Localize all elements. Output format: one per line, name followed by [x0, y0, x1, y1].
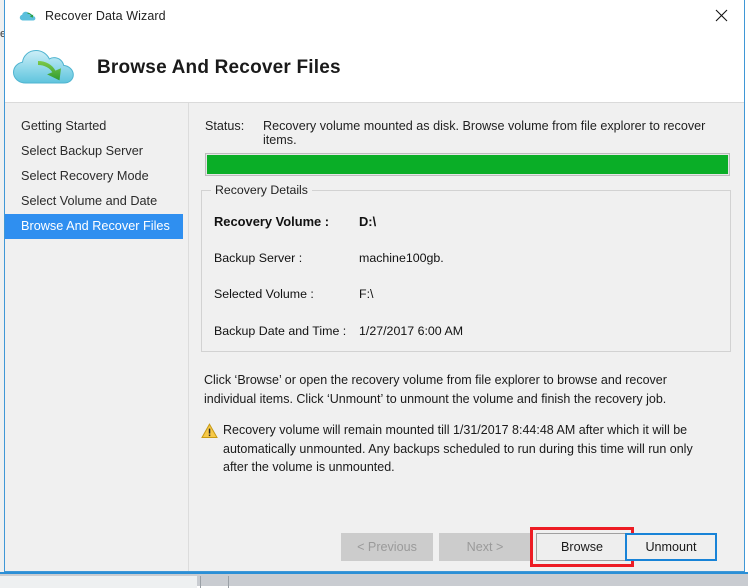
wizard-header: Browse And Recover Files	[5, 31, 744, 103]
sidebar-item-getting-started[interactable]: Getting Started	[5, 114, 182, 139]
warning-triangle-icon	[201, 421, 223, 439]
background-divider	[228, 576, 229, 588]
detail-key: Selected Volume :	[214, 287, 314, 301]
recovery-details-title: Recovery Details	[211, 183, 312, 197]
sidebar-item-browse-and-recover-files[interactable]: Browse And Recover Files	[5, 214, 183, 239]
instructions-text: Click ‘Browse’ or open the recovery volu…	[204, 373, 667, 406]
detail-value: machine100gb.	[359, 251, 444, 265]
recover-data-wizard-window: Recover Data Wizard Browse And Recover F…	[4, 0, 745, 572]
detail-value: D:\	[359, 214, 377, 229]
previous-button[interactable]: < Previous	[341, 533, 433, 561]
browse-button[interactable]: Browse	[536, 533, 628, 561]
status-label: Status:	[205, 119, 245, 133]
wizard-content-pane: Status: Recovery volume mounted as disk.…	[190, 103, 744, 571]
sidebar-item-select-volume-and-date[interactable]: Select Volume and Date	[5, 189, 182, 214]
warning-message: Recovery volume will remain mounted till…	[201, 421, 721, 477]
sidebar-item-select-backup-server[interactable]: Select Backup Server	[5, 139, 182, 164]
unmount-button[interactable]: Unmount	[625, 533, 717, 561]
detail-row-selected-volume: Selected Volume : F:\	[214, 287, 724, 301]
window-title: Recover Data Wizard	[45, 8, 166, 23]
background-panel	[0, 576, 197, 588]
cloud-icon	[19, 9, 37, 23]
detail-key: Backup Server :	[214, 251, 303, 265]
progress-bar-fill	[207, 155, 728, 174]
detail-row-recovery-volume: Recovery Volume : D:\	[214, 214, 724, 229]
detail-key: Recovery Volume :	[214, 214, 330, 229]
detail-value: F:\	[359, 287, 374, 301]
detail-value: 1/27/2017 6:00 AM	[359, 324, 464, 338]
recovery-details-group: Recovery Details Recovery Volume : D:\ B…	[201, 183, 731, 352]
detail-key: Backup Date and Time :	[214, 324, 347, 338]
detail-row-backup-server: Backup Server : machine100gb.	[214, 251, 724, 265]
background-divider	[200, 576, 201, 588]
status-text: Recovery volume mounted as disk. Browse …	[263, 119, 706, 147]
title-bar: Recover Data Wizard	[5, 0, 744, 31]
wizard-steps-sidebar: Getting Started Select Backup Server Sel…	[5, 103, 189, 571]
wizard-footer: < Previous Next > Browse Unmount	[5, 526, 744, 572]
cloud-recover-icon	[9, 38, 83, 94]
detail-row-backup-date-time: Backup Date and Time : 1/27/2017 6:00 AM	[214, 324, 724, 338]
close-icon[interactable]	[699, 0, 744, 30]
page-title: Browse And Recover Files	[97, 57, 341, 78]
progress-bar	[205, 153, 730, 176]
wizard-body: Getting Started Select Backup Server Sel…	[5, 103, 744, 571]
sidebar-item-select-recovery-mode[interactable]: Select Recovery Mode	[5, 164, 182, 189]
next-button[interactable]: Next >	[439, 533, 531, 561]
status-row: Status: Recovery volume mounted as disk.…	[205, 119, 735, 147]
warning-text: Recovery volume will remain mounted till…	[223, 423, 693, 474]
background-taskbar-strip	[0, 572, 748, 588]
